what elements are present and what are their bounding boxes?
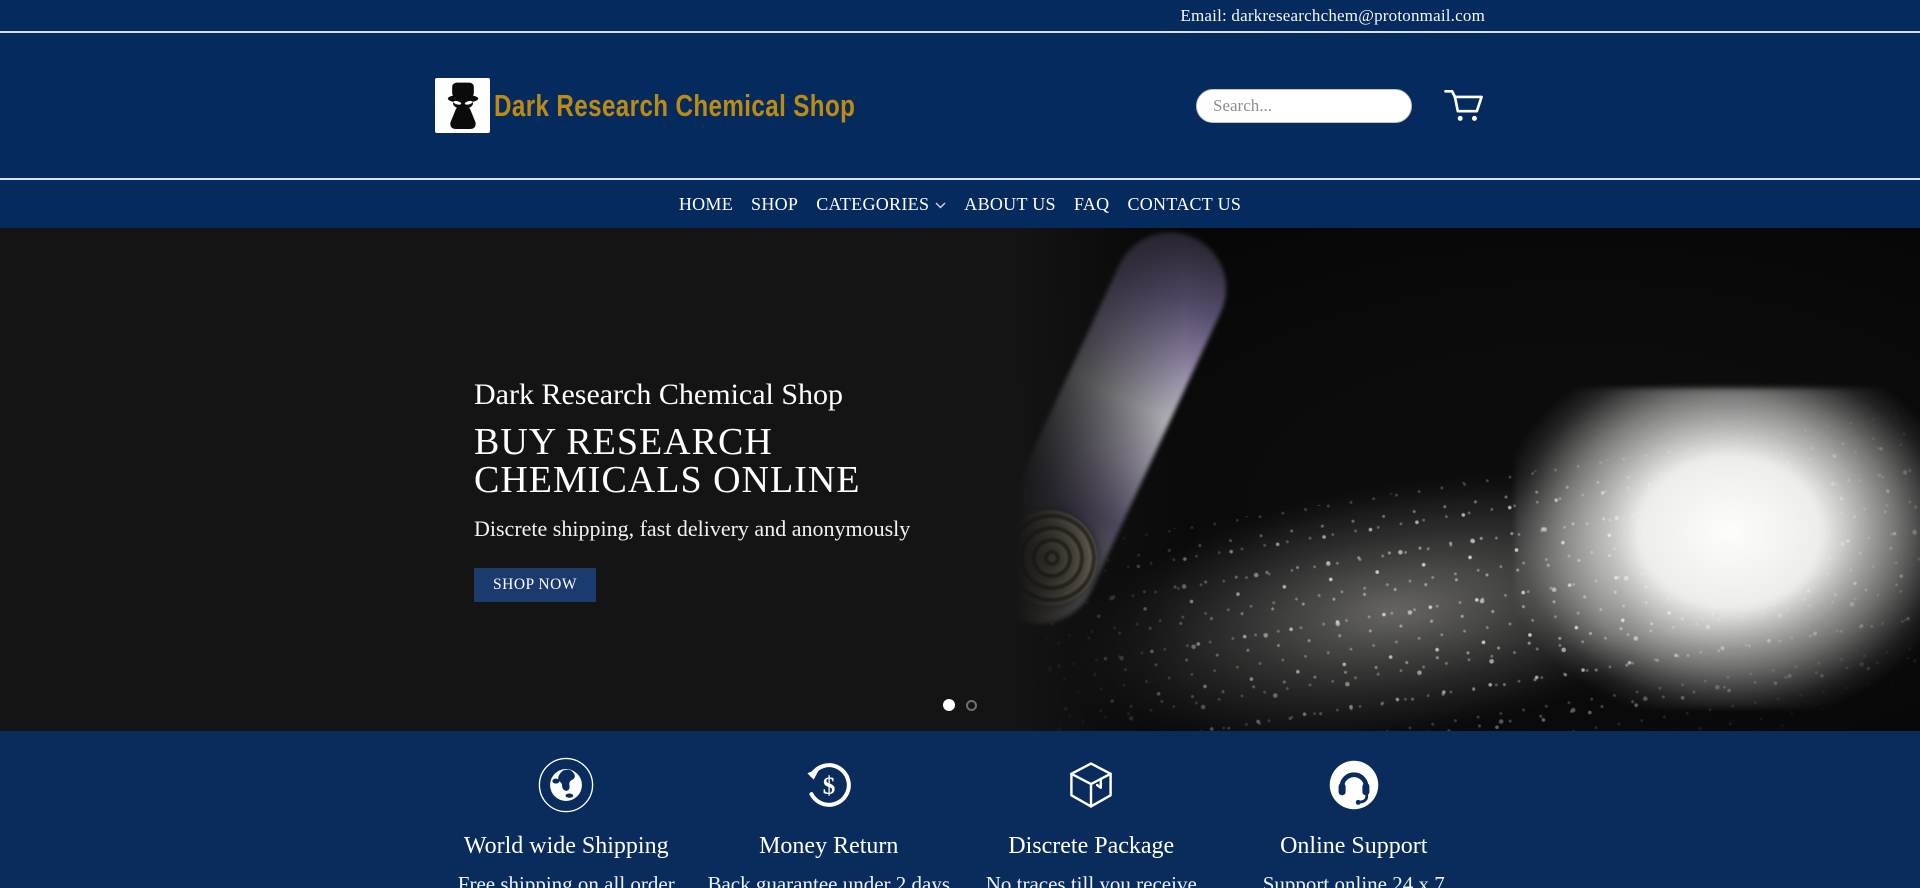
globe-icon — [435, 759, 698, 811]
money-return-icon: $ — [698, 759, 961, 811]
package-icon — [960, 759, 1223, 811]
headset-icon — [1223, 759, 1486, 811]
topbar: Email: darkresearchchem@protonmail.com — [0, 0, 1920, 31]
chevron-down-icon — [935, 202, 946, 209]
nav-item-home[interactable]: HOME — [670, 194, 742, 215]
feature-discrete-package: Discrete Package No traces till you rece… — [960, 731, 1223, 888]
main-nav: HOME SHOP CATEGORIES ABOUT US FAQ CONTAC… — [0, 180, 1920, 228]
hero-content: Dark Research Chemical Shop BUY RESEARCH… — [474, 378, 1054, 602]
feature-subtitle: Free shipping on all order — [435, 872, 698, 888]
search-input[interactable] — [1196, 89, 1412, 123]
feature-online-support: Online Support Support online 24 x 7 — [1223, 731, 1486, 888]
feature-subtitle: Back guarantee under 2 days — [698, 872, 961, 888]
hero-tagline: Discrete shipping, fast delivery and ano… — [474, 516, 1054, 542]
brand-home-link[interactable]: Dark Research Chemical Shop — [435, 78, 957, 133]
feature-title: Discrete Package — [960, 833, 1223, 860]
feature-title: World wide Shipping — [435, 833, 698, 860]
contact-email: Email: darkresearchchem@protonmail.com — [1180, 6, 1485, 26]
hero-image — [1015, 228, 1920, 731]
hero-eyebrow: Dark Research Chemical Shop — [474, 378, 1054, 412]
carousel-dots — [943, 699, 977, 711]
cart-button[interactable] — [1443, 87, 1485, 125]
hero-banner: Dark Research Chemical Shop BUY RESEARCH… — [0, 228, 1920, 731]
nav-item-contact-us[interactable]: CONTACT US — [1118, 194, 1250, 215]
carousel-dot-2[interactable] — [966, 700, 977, 711]
feature-subtitle: No traces till you receive — [960, 872, 1223, 888]
hero-title: BUY RESEARCH CHEMICALS ONLINE — [474, 423, 1054, 499]
feature-money-return: $ Money Return Back guarantee under 2 da… — [698, 731, 961, 888]
svg-text:$: $ — [822, 773, 835, 800]
feature-subtitle: Support online 24 x 7 — [1223, 872, 1486, 888]
nav-item-faq[interactable]: FAQ — [1065, 194, 1119, 215]
feature-title: Online Support — [1223, 833, 1486, 860]
site-header: Dark Research Chemical Shop — [0, 31, 1920, 180]
feature-title: Money Return — [698, 833, 961, 860]
feature-worldwide-shipping: World wide Shipping Free shipping on all… — [435, 731, 698, 888]
cart-icon — [1443, 87, 1485, 125]
features-strip: World wide Shipping Free shipping on all… — [0, 731, 1920, 888]
nav-item-categories[interactable]: CATEGORIES — [807, 194, 955, 215]
carousel-dot-1-active[interactable] — [943, 699, 955, 711]
nav-item-about-us[interactable]: ABOUT US — [955, 194, 1065, 215]
nav-item-shop[interactable]: SHOP — [742, 194, 807, 215]
shop-now-button[interactable]: SHOP NOW — [474, 568, 596, 602]
spy-logo-icon — [435, 78, 490, 133]
site-title: Dark Research Chemical Shop — [494, 88, 855, 124]
